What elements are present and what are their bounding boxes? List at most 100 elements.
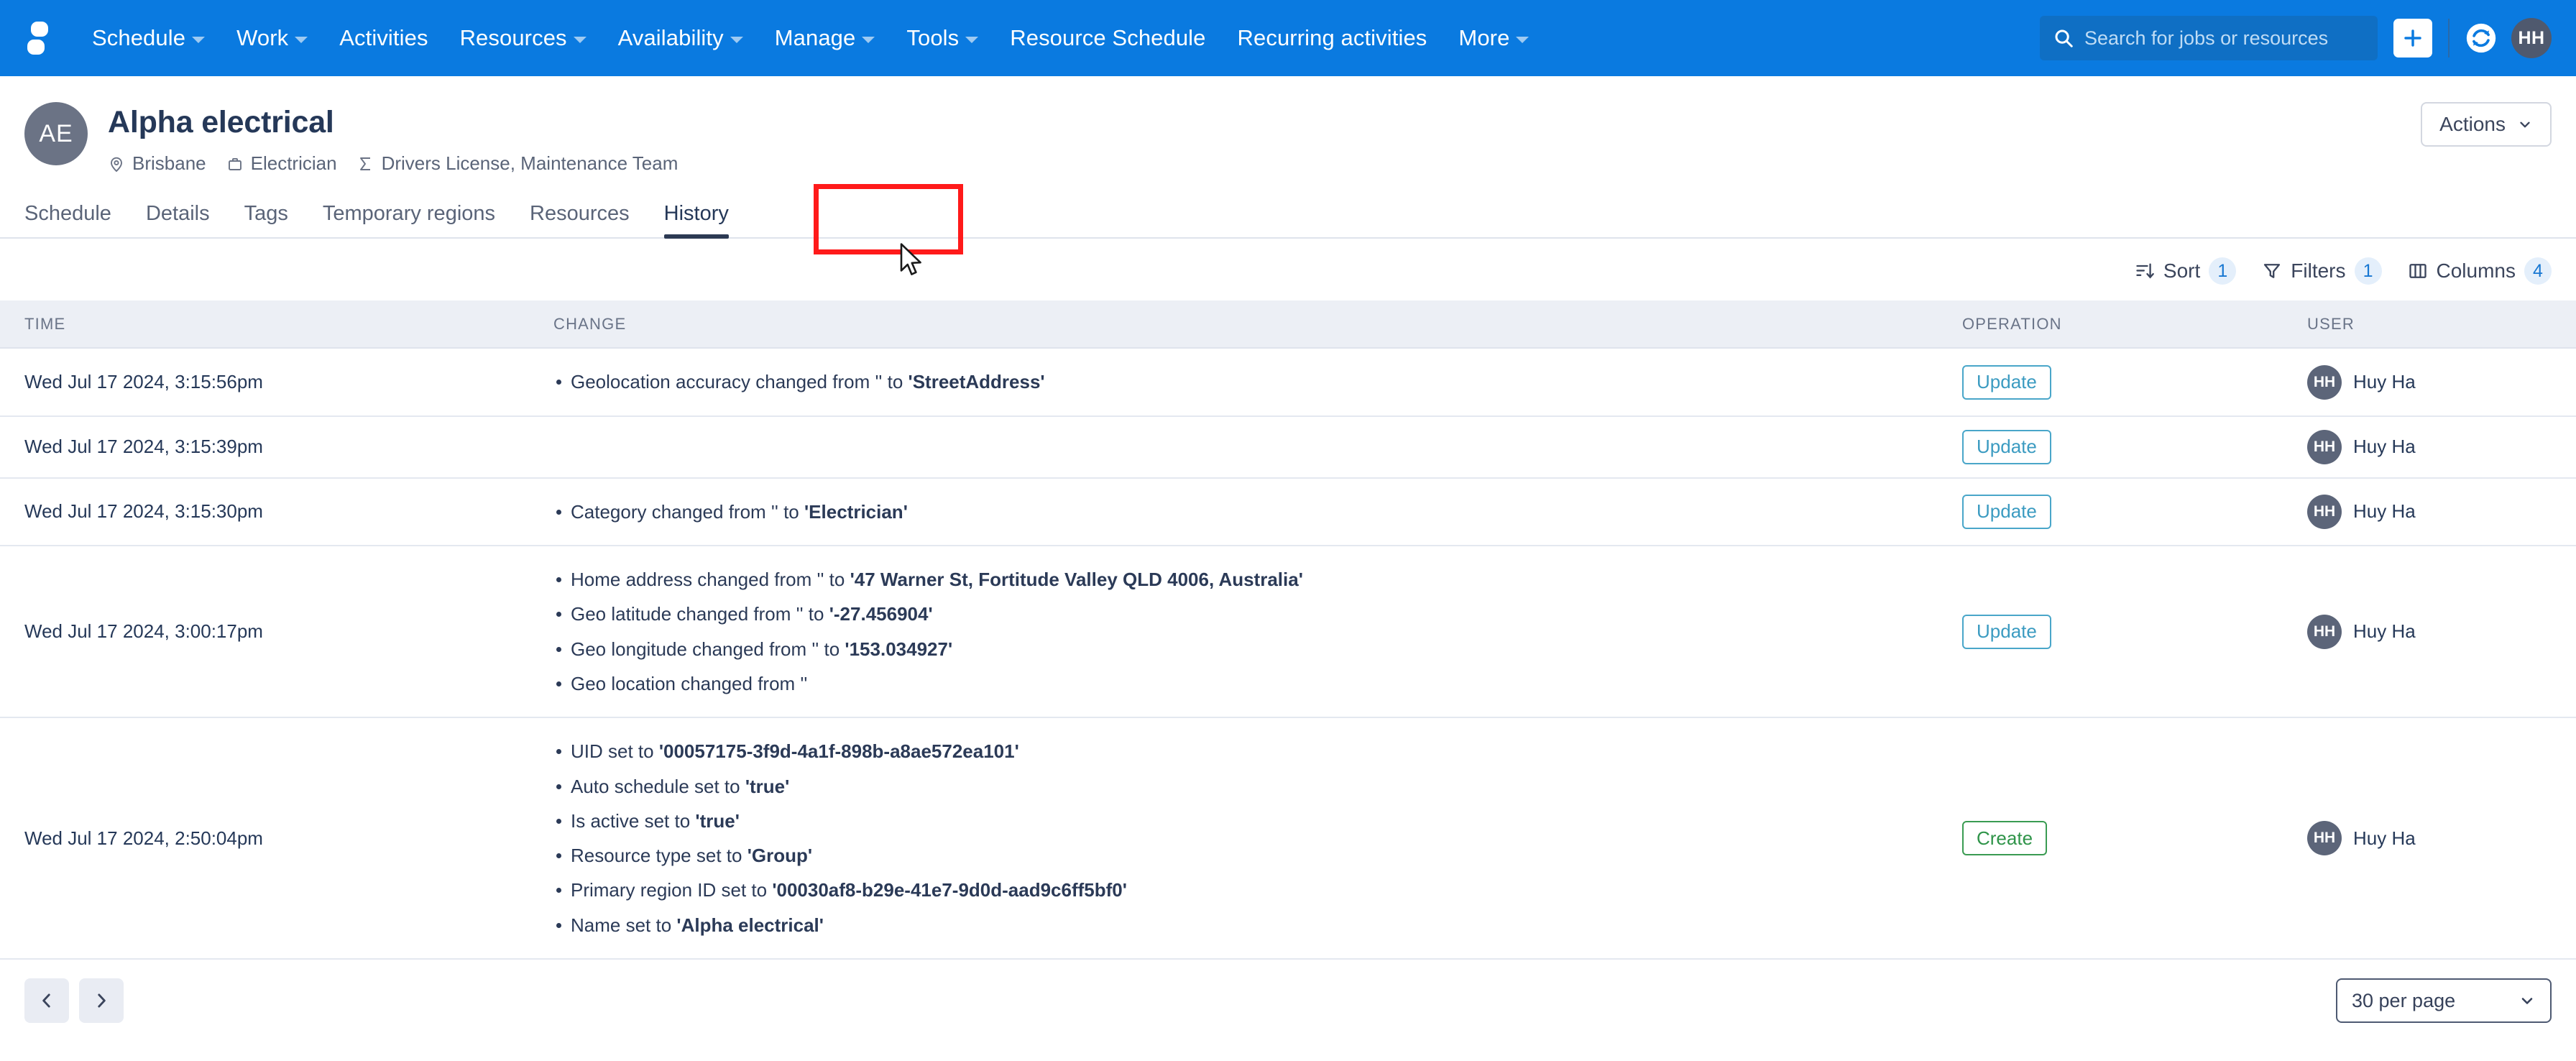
table-row[interactable]: Wed Jul 17 2024, 3:15:56pmGeolocation ac… [0,348,2576,415]
tab-schedule[interactable]: Schedule [24,195,129,237]
operation-badge[interactable]: Create [1962,821,2047,855]
columns-button[interactable]: Columns 4 [2408,257,2552,285]
resource-meta-row: Brisbane Electrician Drivers Licens [108,152,678,175]
nav-item-manage[interactable]: Manage [759,18,891,58]
operation-badge[interactable]: Update [1962,495,2051,529]
nav-item-schedule[interactable]: Schedule [76,18,221,58]
previous-page-button[interactable] [24,978,69,1023]
tab-tags[interactable]: Tags [227,195,305,237]
history-table: TIME CHANGE OPERATION USER Wed Jul 17 20… [0,300,2576,960]
table-row[interactable]: Wed Jul 17 2024, 2:50:04pmUID set to '00… [0,717,2576,959]
column-header-time[interactable]: TIME [0,300,553,348]
nav-item-availability[interactable]: Availability [602,18,759,58]
per-page-select[interactable]: 30 per page [2336,978,2552,1023]
column-header-user[interactable]: USER [2307,300,2576,348]
change-item: Geo longitude changed from '' to '153.03… [553,635,1962,663]
sort-button[interactable]: Sort 1 [2135,257,2236,285]
cell-time: Wed Jul 17 2024, 3:15:30pm [0,478,553,546]
history-table-head: TIME CHANGE OPERATION USER [0,300,2576,348]
app-logo-icon[interactable] [19,19,58,58]
change-text: Is active set to [571,810,695,832]
column-header-operation[interactable]: OPERATION [1962,300,2307,348]
filters-count-badge: 1 [2355,257,2382,285]
chevron-down-icon [2517,116,2533,132]
change-item: Geo latitude changed from '' to '-27.456… [553,600,1962,628]
change-item: Geolocation accuracy changed from '' to … [553,367,1962,396]
cell-time: Wed Jul 17 2024, 3:00:17pm [0,546,553,717]
user-cell: HHHuy Ha [2307,430,2576,464]
nav-item-label: Resources [460,25,567,51]
nav-item-work[interactable]: Work [221,18,323,58]
meta-tags-label: Drivers License, Maintenance Team [382,152,678,175]
change-value: 'Group' [748,845,812,866]
meta-category: Electrician [226,152,337,175]
change-text: Geolocation accuracy changed from '' to [571,371,908,392]
tab-label: Schedule [24,202,111,225]
nav-item-activities[interactable]: Activities [323,18,443,58]
cell-time: Wed Jul 17 2024, 2:50:04pm [0,717,553,959]
tags-icon [357,155,374,173]
meta-location-label: Brisbane [132,152,206,175]
tab-label: Tags [244,202,288,225]
nav-item-resource-schedule[interactable]: Resource Schedule [994,18,1221,58]
user-name: Huy Ha [2353,371,2416,393]
nav-item-label: Availability [618,25,724,51]
avatar: HH [2307,365,2342,400]
change-value: 'Electrician' [804,501,908,523]
nav-item-resources[interactable]: Resources [444,18,602,58]
next-page-button[interactable] [79,978,124,1023]
resource-avatar: AE [24,102,88,165]
nav-item-tools[interactable]: Tools [891,18,994,58]
primary-nav-items: Schedule Work Activities Resources Availabil… [76,18,1545,58]
avatar: HH [2307,615,2342,649]
caret-down-icon [862,37,875,43]
table-row[interactable]: Wed Jul 17 2024, 3:15:30pmCategory chang… [0,478,2576,546]
table-row[interactable]: Wed Jul 17 2024, 3:00:17pmHome address c… [0,546,2576,717]
search-icon [2053,27,2074,49]
operation-badge[interactable]: Update [1962,615,2051,649]
global-search-input[interactable]: Search for jobs or resources [2040,16,2378,60]
sync-icon[interactable] [2465,22,2497,54]
nav-item-label: Manage [775,25,856,51]
nav-item-more[interactable]: More [1443,18,1545,58]
cell-change: Home address changed from '' to '47 Warn… [553,546,1962,717]
create-new-button[interactable] [2393,19,2432,58]
chevron-left-icon [37,991,56,1010]
user-avatar[interactable]: HH [2511,18,2552,58]
tab-details[interactable]: Details [129,195,227,237]
nav-item-label: Tools [906,25,959,51]
resource-page-header: AE Alpha electrical Brisbane [0,76,2576,175]
actions-button[interactable]: Actions [2421,102,2552,147]
tab-history[interactable]: History [647,195,746,237]
table-toolbar: Sort 1 Filters 1 Columns 4 [0,239,2576,300]
cell-change: Category changed from '' to 'Electrician… [553,478,1962,546]
table-footer: 30 per page [0,960,2576,1042]
meta-tags: Drivers License, Maintenance Team [357,152,678,175]
cell-user: HH Huy Ha [2307,348,2576,415]
table-row[interactable]: Wed Jul 17 2024, 3:15:39pmUpdateHHHuy Ha [0,416,2576,478]
cell-change: Geolocation accuracy changed from '' to … [553,348,1962,415]
user-cell: HHHuy Ha [2307,821,2576,855]
user-cell: HH Huy Ha [2307,365,2576,400]
change-item: UID set to '00057175-3f9d-4a1f-898b-a8ae… [553,737,1962,766]
change-text: Geo latitude changed from '' to [571,603,829,625]
top-navigation-bar: Schedule Work Activities Resources Availabil… [0,0,2576,76]
meta-location: Brisbane [108,152,206,175]
change-text: Resource type set to [571,845,748,866]
columns-icon [2408,261,2428,281]
nav-item-recurring-activities[interactable]: Recurring activities [1222,18,1443,58]
cell-operation: Update [1962,478,2307,546]
nav-item-label: Schedule [92,25,185,51]
column-header-change[interactable]: CHANGE [553,300,1962,348]
top-nav-right-group: Search for jobs or resources HH [2040,16,2552,60]
tab-label: Details [146,202,210,225]
caret-down-icon [730,37,743,43]
columns-label: Columns [2437,259,2516,283]
tab-temporary-regions[interactable]: Temporary regions [305,195,512,237]
nav-item-label: Work [236,25,288,51]
operation-badge[interactable]: Update [1962,365,2051,400]
filters-button[interactable]: Filters 1 [2262,257,2381,285]
operation-badge[interactable]: Update [1962,430,2051,464]
change-text: Category changed from '' to [571,501,804,523]
tab-resources[interactable]: Resources [512,195,647,237]
